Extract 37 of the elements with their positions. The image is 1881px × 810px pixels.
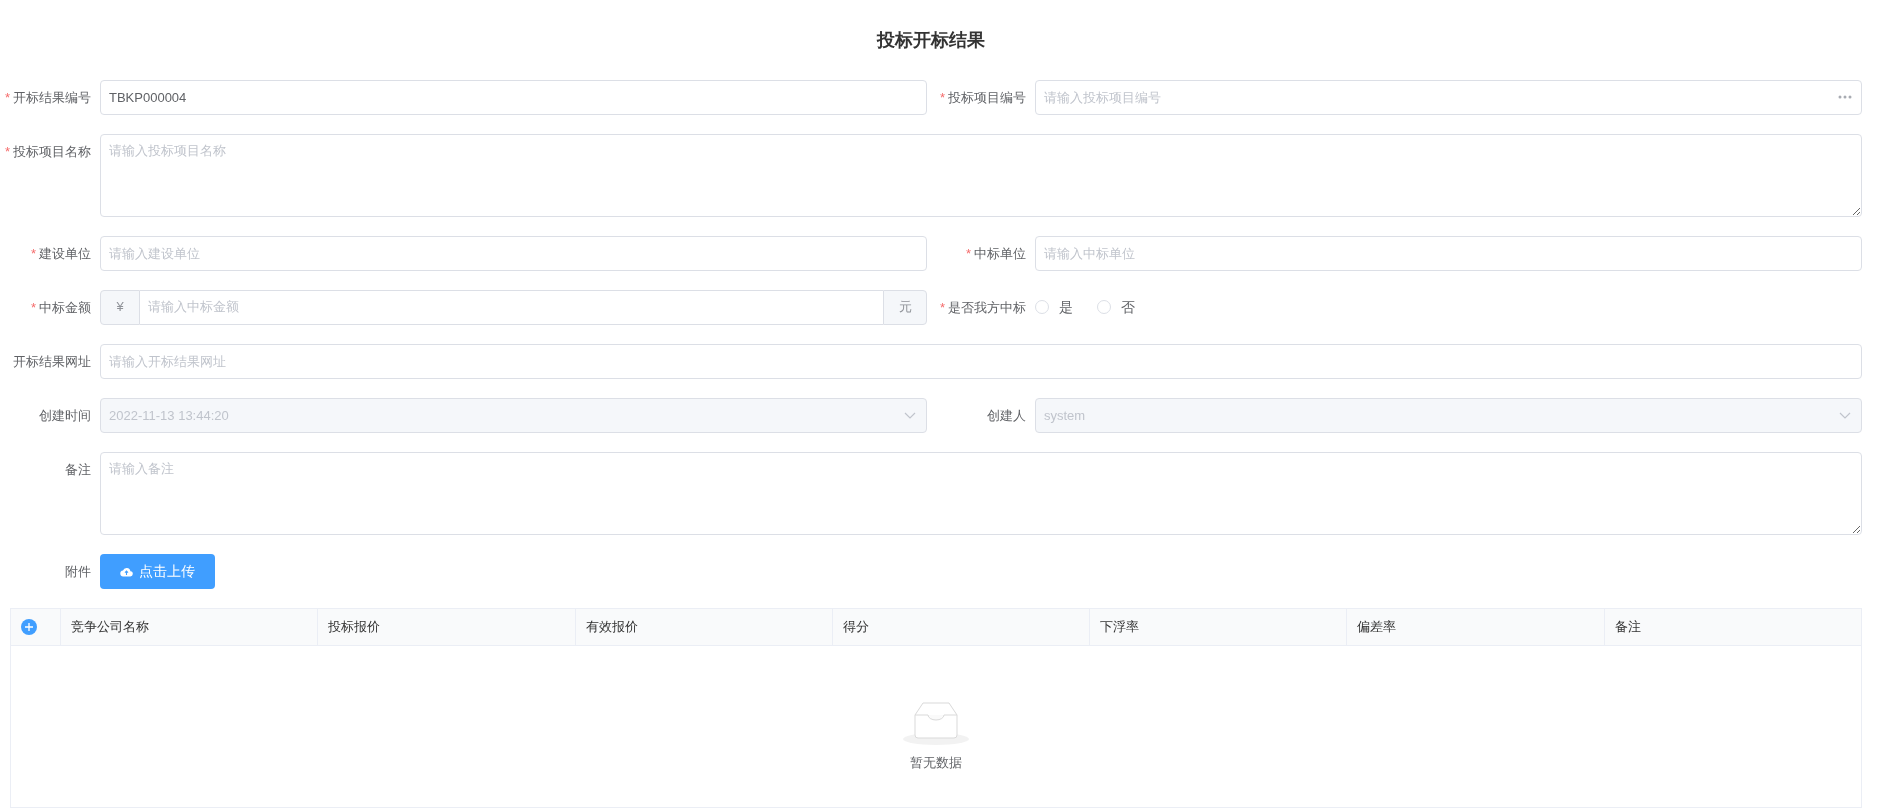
radio-option[interactable]: 否 [1097,289,1135,325]
radio-option[interactable]: 是 [1035,289,1073,325]
input-field[interactable]: 请输入投标项目编号 [1035,79,1862,115]
input-field[interactable]: 请输入中标单位 [1035,235,1862,271]
currency-prefix: ¥ [100,289,140,325]
empty-text: 暂无数据 [910,753,962,772]
textarea-field[interactable]: 请输入投标项目名称 [100,133,1862,217]
field-label: 附件 [64,562,92,581]
field-label: * 建设单位 [29,244,92,263]
page-title: 投标开标结果 [875,29,986,52]
field-label: 创建人 [986,406,1027,425]
add-row-icon[interactable] [21,618,37,635]
column-header: 竞争公司名称 [61,608,319,645]
field-label: * 投标项目名称 [3,142,92,161]
column-header: 投标报价 [318,608,576,645]
more-icon[interactable] [1838,95,1852,100]
empty-inbox-icon [903,700,969,745]
column-header: 有效报价 [575,608,833,645]
column-header: 备注 [1613,617,1642,636]
field-label: * 开标结果编号 [3,88,92,107]
field-label: 开标结果网址 [12,352,92,371]
column-header: 偏差率 [1347,608,1605,645]
input-field[interactable]: 请输入建设单位 [100,235,927,271]
cloud-upload-icon [120,565,133,577]
unit-suffix: 元 [883,289,927,325]
input-field[interactable]: TBKP000004 [100,79,927,115]
field-label: * 投标项目编号 [938,88,1027,107]
textarea-field[interactable]: 请输入备注 [100,451,1862,535]
field-label: 备注 [64,460,92,479]
field-label: * 中标单位 [964,244,1027,263]
column-header: 得分 [832,608,1091,645]
field-label: * 是否我方中标 [938,298,1027,317]
amount-field[interactable]: 请输入中标金额 [140,289,883,325]
column-header: 下浮率 [1090,608,1348,645]
field-label: * 中标金额 [29,298,92,317]
input-field[interactable]: 请输入开标结果网址 [100,343,1862,379]
field-label: 创建时间 [38,406,92,425]
